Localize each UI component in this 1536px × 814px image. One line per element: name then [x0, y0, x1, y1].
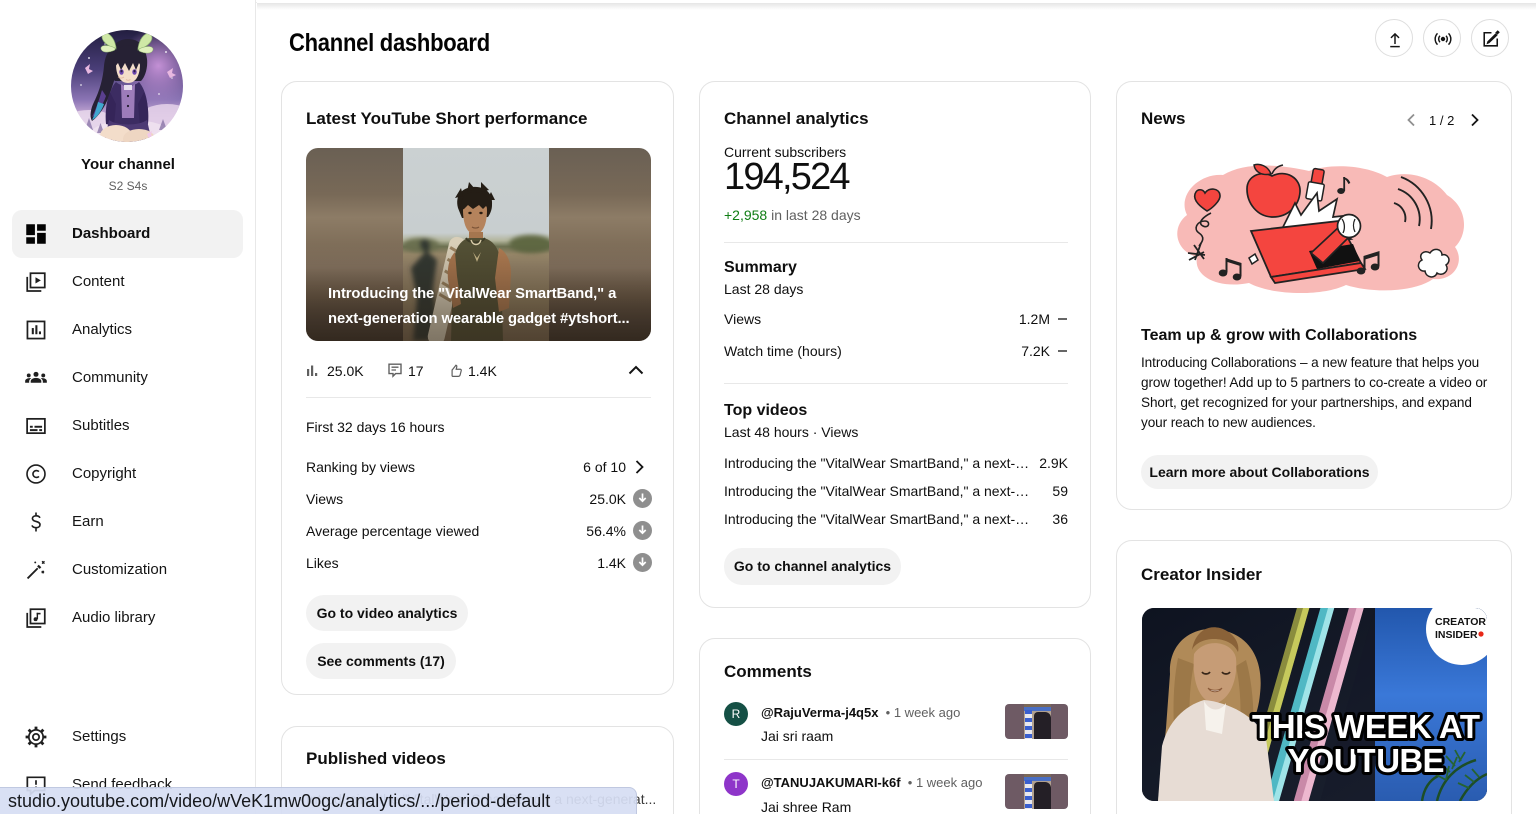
- svg-text:YOUTUBE: YOUTUBE: [1288, 742, 1445, 779]
- svg-text:THIS WEEK AT: THIS WEEK AT: [1252, 708, 1480, 745]
- svg-text:CREATOR: CREATOR: [1435, 616, 1486, 628]
- svg-text:INSIDER: INSIDER: [1435, 629, 1478, 641]
